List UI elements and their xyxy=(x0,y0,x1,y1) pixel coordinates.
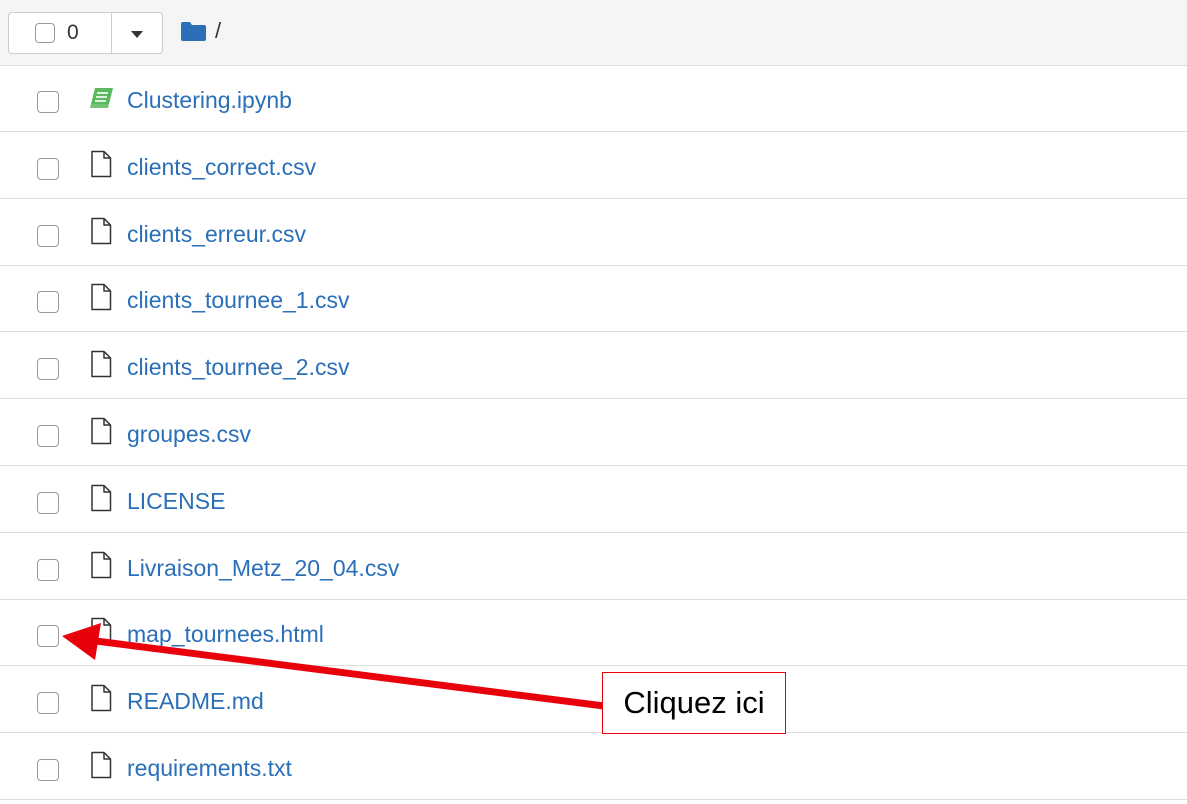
item-checkbox[interactable] xyxy=(37,425,59,447)
list-item[interactable]: Clustering.ipynb xyxy=(0,66,1187,132)
file-icon xyxy=(91,417,112,445)
file-icon xyxy=(91,684,112,712)
item-checkbox[interactable] xyxy=(37,759,59,781)
file-name-link[interactable]: clients_tournee_1.csv xyxy=(127,286,349,314)
item-checkbox[interactable] xyxy=(37,291,59,314)
annotation-callout: Cliquez ici xyxy=(602,672,786,734)
file-name-link[interactable]: LICENSE xyxy=(127,487,225,515)
list-item[interactable]: clients_tournee_2.csv xyxy=(0,333,1187,400)
file-icon xyxy=(91,284,112,311)
file-icon xyxy=(91,551,112,578)
file-list-toolbar: 0 / xyxy=(0,0,1187,66)
selected-count: 0 xyxy=(67,21,79,44)
list-item[interactable]: groupes.csv xyxy=(0,400,1187,466)
file-name-link[interactable]: map_tournees.html xyxy=(127,620,324,648)
file-icon xyxy=(91,751,112,779)
item-checkbox[interactable] xyxy=(37,358,59,381)
file-name-link[interactable]: Clustering.ipynb xyxy=(127,86,292,114)
list-item[interactable]: clients_correct.csv xyxy=(0,133,1187,199)
file-icon xyxy=(91,217,112,244)
file-name-link[interactable]: requirements.txt xyxy=(127,754,292,782)
select-all-toggle[interactable]: 0 xyxy=(9,13,112,53)
file-icon xyxy=(91,350,112,378)
file-name-link[interactable]: Livraison_Metz_20_04.csv xyxy=(127,554,399,582)
item-checkbox[interactable] xyxy=(37,558,59,581)
file-name-link[interactable]: README.md xyxy=(127,687,264,715)
item-checkbox[interactable] xyxy=(37,625,59,648)
list-item[interactable]: LICENSE xyxy=(0,467,1187,533)
file-name-link[interactable]: clients_tournee_2.csv xyxy=(127,353,349,381)
notebook-icon xyxy=(90,88,113,108)
list-item[interactable]: requirements.txt xyxy=(0,734,1187,800)
file-browser: 0 / Clustering.ipynb clients_correct.csvc… xyxy=(0,0,1187,804)
file-icon xyxy=(91,484,112,512)
item-checkbox[interactable] xyxy=(37,692,59,715)
breadcrumb-root[interactable]: / xyxy=(215,18,221,44)
item-checkbox[interactable] xyxy=(37,157,59,180)
select-all-dropdown[interactable]: 0 xyxy=(8,12,163,54)
item-checkbox[interactable] xyxy=(37,91,59,113)
item-checkbox[interactable] xyxy=(37,224,59,247)
list-item[interactable]: clients_tournee_1.csv xyxy=(0,266,1187,333)
list-item[interactable]: Livraison_Metz_20_04.csv xyxy=(0,534,1187,600)
file-name-link[interactable]: groupes.csv xyxy=(127,420,251,448)
list-item[interactable]: map_tournees.html xyxy=(0,600,1187,667)
file-icon xyxy=(91,150,112,178)
folder-icon[interactable] xyxy=(180,20,207,42)
file-name-link[interactable]: clients_correct.csv xyxy=(127,153,316,181)
item-checkbox[interactable] xyxy=(37,491,59,514)
breadcrumb: / xyxy=(180,18,221,44)
list-item[interactable]: clients_erreur.csv xyxy=(0,200,1187,266)
list-item[interactable]: README.md xyxy=(0,667,1187,734)
file-icon xyxy=(91,618,112,645)
select-all-checkbox[interactable] xyxy=(35,23,55,43)
file-name-link[interactable]: clients_erreur.csv xyxy=(127,220,306,248)
chevron-down-icon xyxy=(131,30,143,38)
select-menu-toggle[interactable] xyxy=(112,13,162,53)
